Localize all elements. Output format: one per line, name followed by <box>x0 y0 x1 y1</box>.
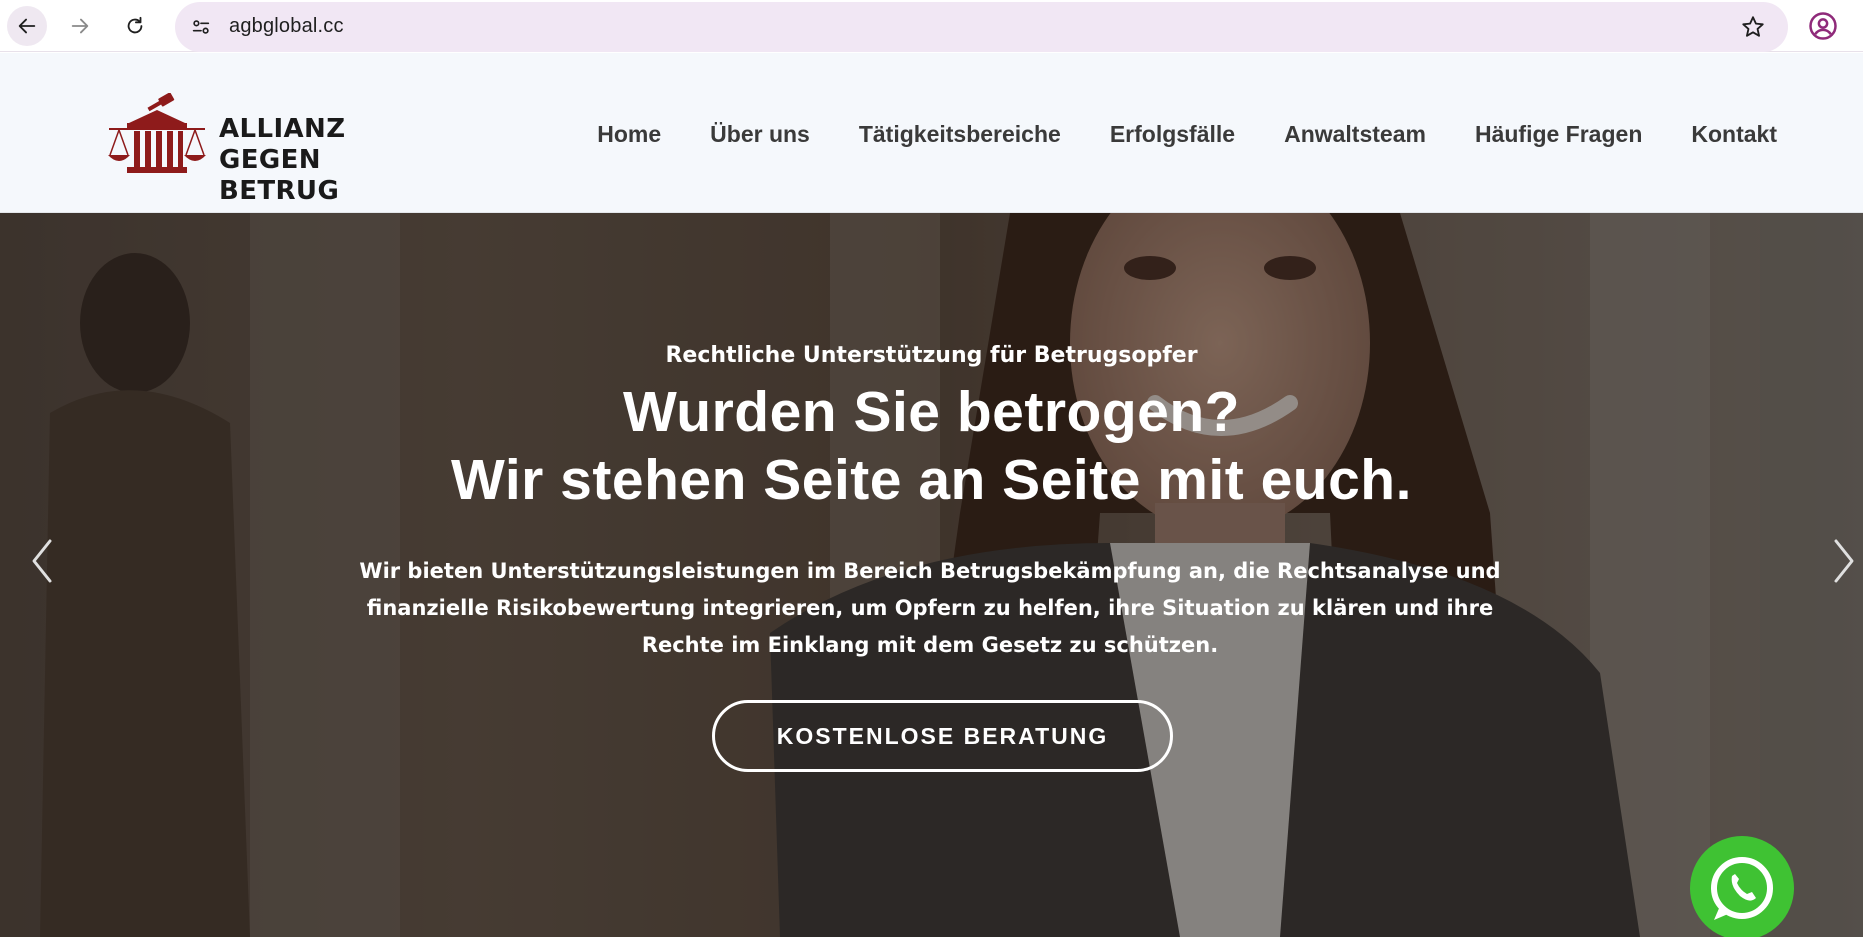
hero-description: Wir bieten Unterstützungsleistungen im B… <box>359 559 1501 657</box>
site-header: ALLIANZ GEGEN BETRUG Home Über uns Tätig… <box>0 53 1863 213</box>
back-arrow-icon <box>18 18 36 34</box>
logo-line2: GEGEN BETRUG <box>219 145 340 206</box>
nav-contact[interactable]: Kontakt <box>1691 121 1777 148</box>
justice-scales-logo-icon <box>108 93 206 173</box>
main-nav: Home Über uns Tätigkeitsbereiche Erfolgs… <box>597 121 1777 148</box>
forward-arrow-icon <box>71 18 89 34</box>
browser-toolbar: agbglobal.cc <box>0 0 1863 52</box>
site-info-button[interactable] <box>185 11 217 43</box>
hero-title-line1: Wurden Sie betrogen? <box>623 380 1240 444</box>
forward-button[interactable] <box>60 6 100 46</box>
hero-title: Wurden Sie betrogen? Wir stehen Seite an… <box>0 378 1863 514</box>
site-info-icon <box>192 20 210 34</box>
profile-icon[interactable] <box>1808 11 1838 41</box>
free-consultation-button[interactable]: KOSTENLOSE BERATUNG <box>712 700 1173 772</box>
site-logo[interactable]: ALLIANZ GEGEN BETRUG <box>107 93 427 206</box>
nav-practice-areas[interactable]: Tätigkeitsbereiche <box>859 121 1061 148</box>
reload-icon <box>127 16 143 34</box>
url-text[interactable]: agbglobal.cc <box>229 15 344 38</box>
nav-home[interactable]: Home <box>597 121 661 148</box>
chevron-right-icon[interactable] <box>1824 531 1863 591</box>
hero-kicker: Rechtliche Unterstützung für Betrugsopfe… <box>665 343 1198 368</box>
hero-title-line2: Wir stehen Seite an Seite mit euch. <box>451 448 1412 512</box>
hero-slider: Rechtliche Unterstützung für Betrugsopfe… <box>0 213 1863 937</box>
nav-faq[interactable]: Häufige Fragen <box>1475 121 1642 148</box>
chevron-left-icon[interactable] <box>22 531 62 591</box>
reload-button[interactable] <box>115 6 155 46</box>
nav-lawyer-team[interactable]: Anwaltsteam <box>1284 121 1426 148</box>
back-button[interactable] <box>7 6 47 46</box>
nav-about[interactable]: Über uns <box>710 121 810 148</box>
nav-success-cases[interactable]: Erfolgsfälle <box>1110 121 1235 148</box>
logo-text: ALLIANZ GEGEN BETRUG <box>219 114 427 207</box>
logo-line1: ALLIANZ <box>219 114 346 144</box>
star-icon[interactable] <box>1740 14 1766 40</box>
whatsapp-icon <box>1711 857 1773 920</box>
whatsapp-button[interactable] <box>1690 836 1794 937</box>
address-bar[interactable]: agbglobal.cc <box>175 2 1788 52</box>
